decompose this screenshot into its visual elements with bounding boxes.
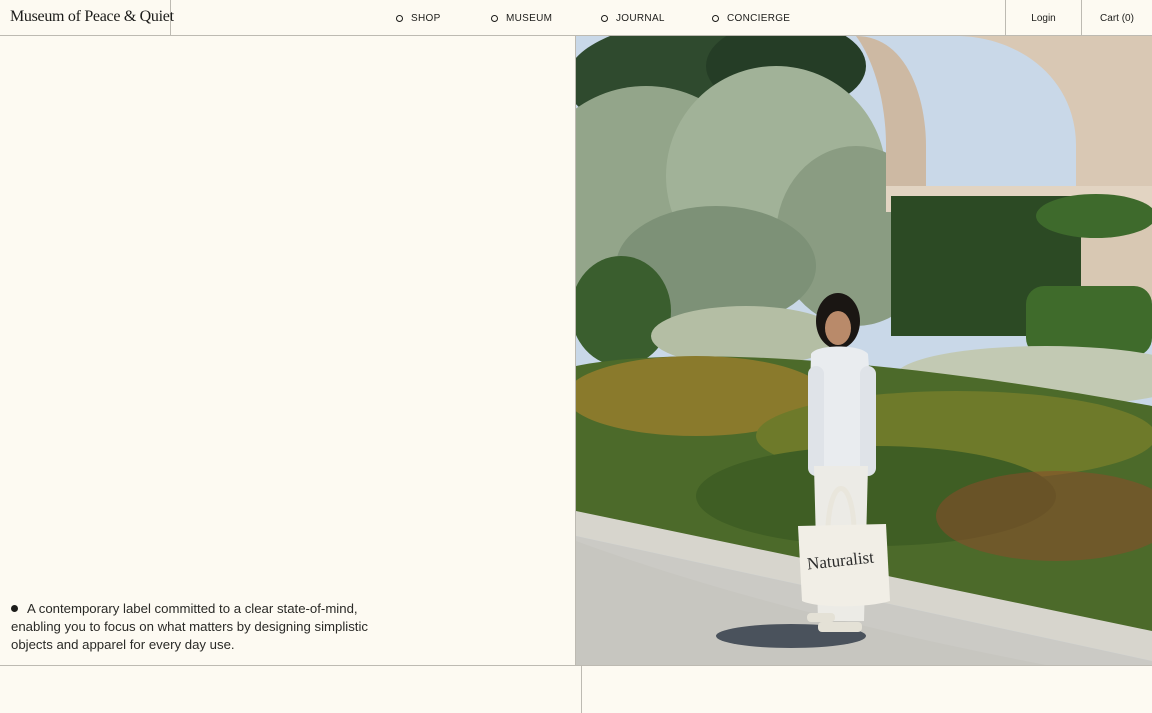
circle-icon: [601, 14, 608, 22]
login-button[interactable]: Login: [1005, 0, 1081, 36]
nav-journal-label: JOURNAL: [616, 12, 665, 24]
circle-icon: [396, 14, 403, 22]
footer-column-divider: [581, 666, 582, 713]
section-divider: [0, 665, 1152, 666]
nav-museum-label: MUSEUM: [506, 12, 553, 24]
tagline-text: A contemporary label committed to a clea…: [11, 601, 368, 652]
circle-icon: [491, 14, 498, 22]
nav-concierge[interactable]: CONCIERGE: [712, 0, 790, 36]
brand-tagline: A contemporary label committed to a clea…: [11, 600, 381, 654]
nav-shop-label: SHOP: [411, 12, 441, 24]
nav-journal[interactable]: JOURNAL: [601, 0, 665, 36]
nav-museum[interactable]: MUSEUM: [491, 0, 552, 36]
hero-photo: Naturalist: [576, 36, 1152, 665]
site-logo[interactable]: Museum of Peace & Quiet: [0, 0, 174, 36]
circle-icon: [712, 14, 719, 22]
cart-button[interactable]: Cart (0): [1081, 0, 1152, 36]
bullet-icon: [11, 605, 18, 612]
nav-concierge-label: CONCIERGE: [727, 12, 791, 24]
site-header: Museum of Peace & Quiet SHOP MUSEUM JOUR…: [0, 0, 1152, 36]
nav-shop[interactable]: SHOP: [396, 0, 441, 36]
